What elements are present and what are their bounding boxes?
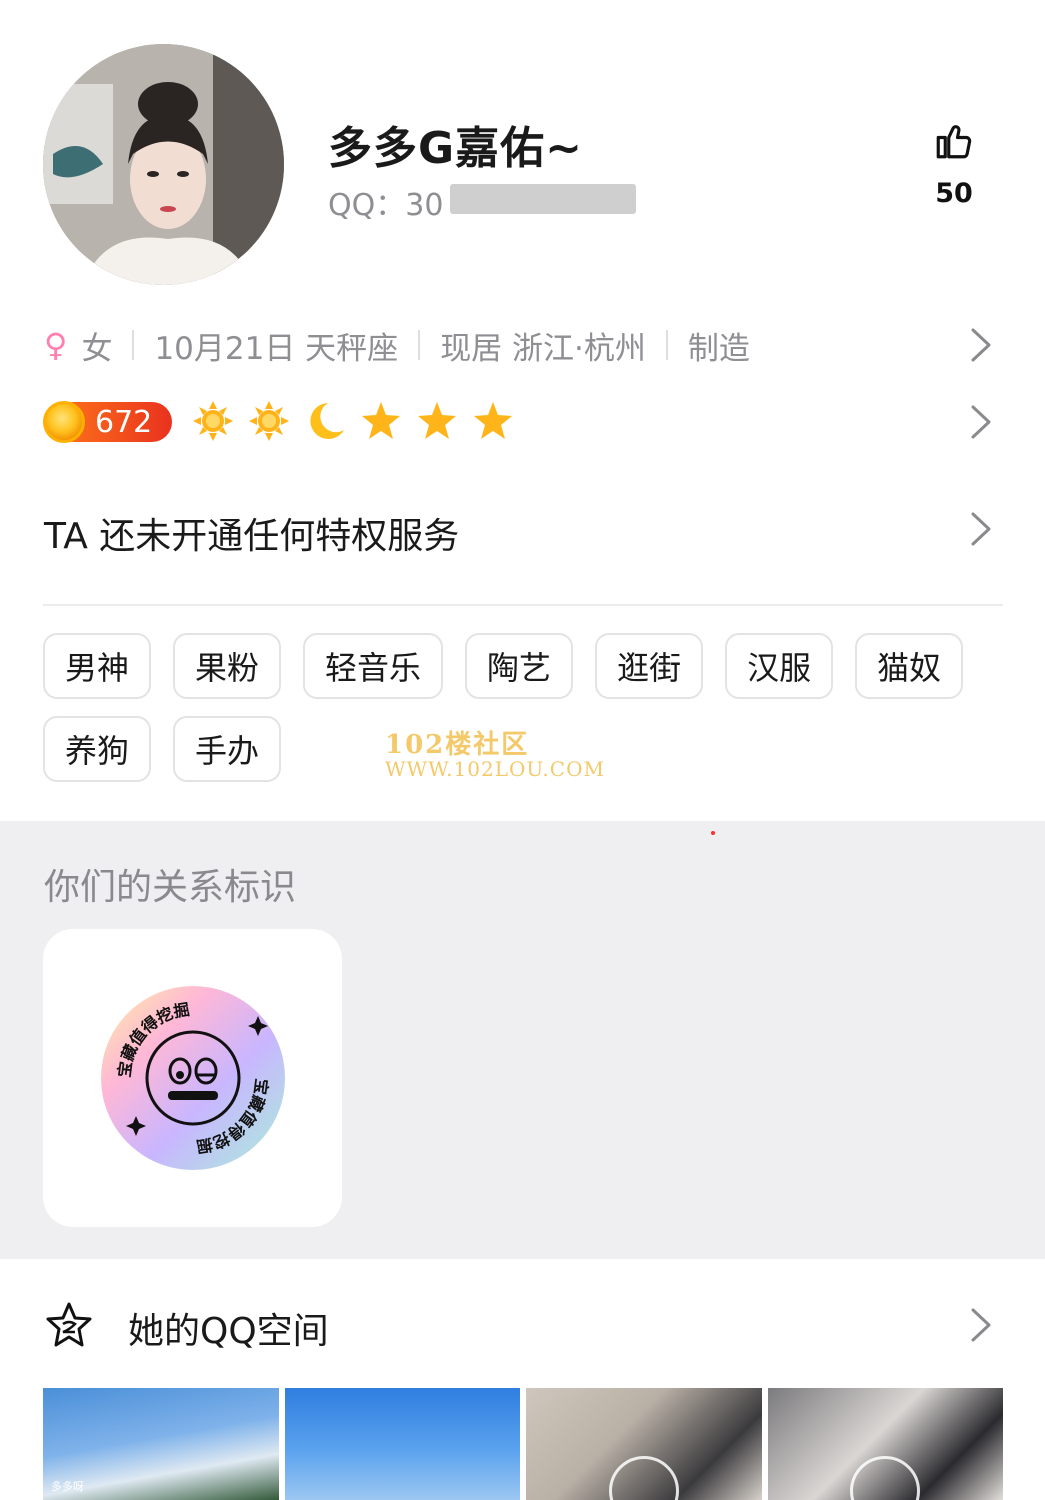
divider bbox=[665, 330, 668, 360]
avatar-image bbox=[43, 44, 284, 285]
birthday-label: 10月21日 天秤座 bbox=[154, 330, 399, 367]
level-value: 672 bbox=[95, 404, 153, 440]
watermark-url: WWW.102LOU.COM bbox=[385, 757, 605, 781]
qzone-title[interactable]: 她的QQ空间 bbox=[128, 1302, 329, 1354]
location-label: 现居 浙江·杭州 bbox=[440, 330, 646, 367]
thumbs-up-icon bbox=[936, 125, 972, 159]
interest-tag[interactable]: 男神 bbox=[43, 633, 152, 699]
star-icon bbox=[474, 402, 512, 439]
interest-tag[interactable]: 手办 bbox=[173, 716, 282, 782]
dot bbox=[711, 831, 715, 835]
qzone-photo[interactable] bbox=[284, 1388, 520, 1500]
level-icons bbox=[192, 400, 514, 442]
chevron-right-icon[interactable] bbox=[970, 511, 992, 547]
star-icon bbox=[362, 402, 400, 439]
sun-icon bbox=[249, 401, 289, 441]
interest-tag[interactable]: 汉服 bbox=[725, 633, 834, 699]
nickname: 多多G嘉佑~ bbox=[328, 123, 583, 174]
play-icon bbox=[608, 1456, 679, 1500]
interest-tag[interactable]: 陶艺 bbox=[465, 633, 574, 699]
gender-label: 女 bbox=[81, 330, 113, 367]
profession-label: 制造 bbox=[687, 330, 750, 367]
chevron-right-icon[interactable] bbox=[970, 1307, 992, 1343]
interest-tag[interactable]: 果粉 bbox=[173, 633, 282, 699]
qzone-photo[interactable] bbox=[526, 1388, 762, 1500]
avatar[interactable] bbox=[43, 44, 284, 285]
interest-tag[interactable]: 猫奴 bbox=[855, 633, 964, 699]
watermark-title: 102楼社区 bbox=[385, 730, 530, 760]
star-icon bbox=[418, 402, 456, 439]
qzone-star-icon bbox=[46, 1302, 92, 1347]
sun-icon bbox=[193, 401, 233, 441]
qq-number-mask bbox=[450, 184, 636, 214]
profile-info-row[interactable]: ♀ 女 10月21日 天秤座 现居 浙江·杭州 制造 bbox=[44, 322, 750, 368]
relationship-badge-icon: 宝藏值得挖掘 宝藏值得挖掘 bbox=[101, 986, 285, 1170]
interest-tag[interactable]: 逛街 bbox=[595, 633, 704, 699]
section-divider bbox=[43, 604, 1003, 606]
chevron-right-icon[interactable] bbox=[970, 404, 992, 440]
divider bbox=[132, 330, 135, 360]
qzone-photo[interactable]: 多多呀 bbox=[43, 1388, 279, 1500]
play-icon bbox=[850, 1456, 921, 1500]
female-icon: ♀ bbox=[44, 326, 68, 364]
interest-tag[interactable]: 轻音乐 bbox=[303, 633, 444, 699]
level-badge[interactable]: 672 bbox=[43, 401, 172, 443]
relationship-title: 你们的关系标识 bbox=[44, 867, 297, 908]
qzone-photo[interactable] bbox=[767, 1388, 1003, 1500]
watermark: 102楼社区 WWW.102LOU.COM bbox=[385, 724, 605, 781]
level-coin-icon bbox=[43, 401, 85, 443]
moon-icon bbox=[310, 403, 344, 439]
like-button[interactable] bbox=[930, 120, 978, 166]
photo-caption: 多多呀 bbox=[51, 1480, 84, 1493]
qzone-photos: 多多呀 bbox=[43, 1388, 1003, 1500]
chevron-right-icon[interactable] bbox=[970, 327, 992, 363]
divider bbox=[418, 330, 421, 360]
interest-tag[interactable]: 养狗 bbox=[43, 716, 152, 782]
like-count: 50 bbox=[935, 178, 973, 209]
qq-number: QQ：30 bbox=[328, 188, 444, 223]
privilege-status[interactable]: TA 还未开通任何特权服务 bbox=[44, 507, 459, 559]
